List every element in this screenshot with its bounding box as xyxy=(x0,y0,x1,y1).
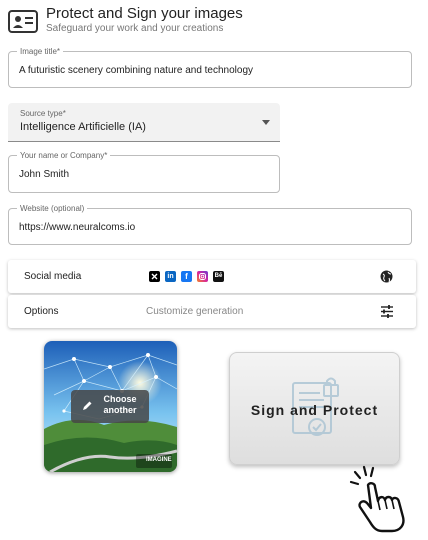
globe-icon[interactable] xyxy=(380,270,393,283)
image-title-field[interactable]: Image title* A futuristic scenery combin… xyxy=(8,46,412,88)
source-type-value: Intelligence Artificielle (IA) xyxy=(20,121,146,133)
tune-icon[interactable] xyxy=(380,305,394,318)
choose-another-label: Choose another xyxy=(103,394,137,415)
behance-icon[interactable]: Bē xyxy=(213,271,224,282)
chevron-down-icon[interactable] xyxy=(262,120,270,125)
social-media-label: Social media xyxy=(24,271,82,282)
sign-and-protect-label: Sign and Protect xyxy=(250,402,379,418)
social-media-panel[interactable]: Social media in f Bē xyxy=(8,260,416,293)
pen-icon xyxy=(83,401,92,410)
sign-and-protect-button[interactable]: Sign and Protect xyxy=(229,352,400,465)
options-label: Options xyxy=(24,306,59,317)
website-input[interactable]: https://www.neuralcoms.io xyxy=(19,222,135,233)
id-card-icon xyxy=(8,10,38,33)
website-field[interactable]: Website (optional) https://www.neuralcom… xyxy=(8,203,412,245)
name-input[interactable]: John Smith xyxy=(19,169,69,180)
image-title-label: Image title* xyxy=(17,46,64,57)
choose-another-button[interactable]: Choose another xyxy=(71,390,149,423)
source-type-label: Source type* xyxy=(20,109,66,118)
page-subtitle: Safeguard your work and your creations xyxy=(46,23,224,34)
imagine-logo: IMAGINE xyxy=(136,454,172,468)
facebook-icon[interactable]: f xyxy=(181,271,192,282)
image-thumbnail[interactable]: Choose another IMAGINE xyxy=(44,341,177,472)
linkedin-icon[interactable]: in xyxy=(165,271,176,282)
options-panel[interactable]: Options Customize generation xyxy=(8,295,416,328)
name-label: Your name or Company* xyxy=(17,150,111,161)
image-title-input[interactable]: A futuristic scenery combining nature an… xyxy=(19,65,253,76)
x-icon[interactable] xyxy=(149,271,160,282)
source-type-select[interactable]: Source type* Intelligence Artificielle (… xyxy=(8,103,280,142)
page-title: Protect and Sign your images xyxy=(46,5,243,22)
instagram-icon[interactable] xyxy=(197,271,208,282)
header: Protect and Sign your images Safeguard y… xyxy=(8,4,420,38)
pointer-hand-icon xyxy=(349,465,405,533)
name-field[interactable]: Your name or Company* John Smith xyxy=(8,150,280,193)
options-subtitle: Customize generation xyxy=(146,306,244,317)
website-label: Website (optional) xyxy=(17,203,88,214)
